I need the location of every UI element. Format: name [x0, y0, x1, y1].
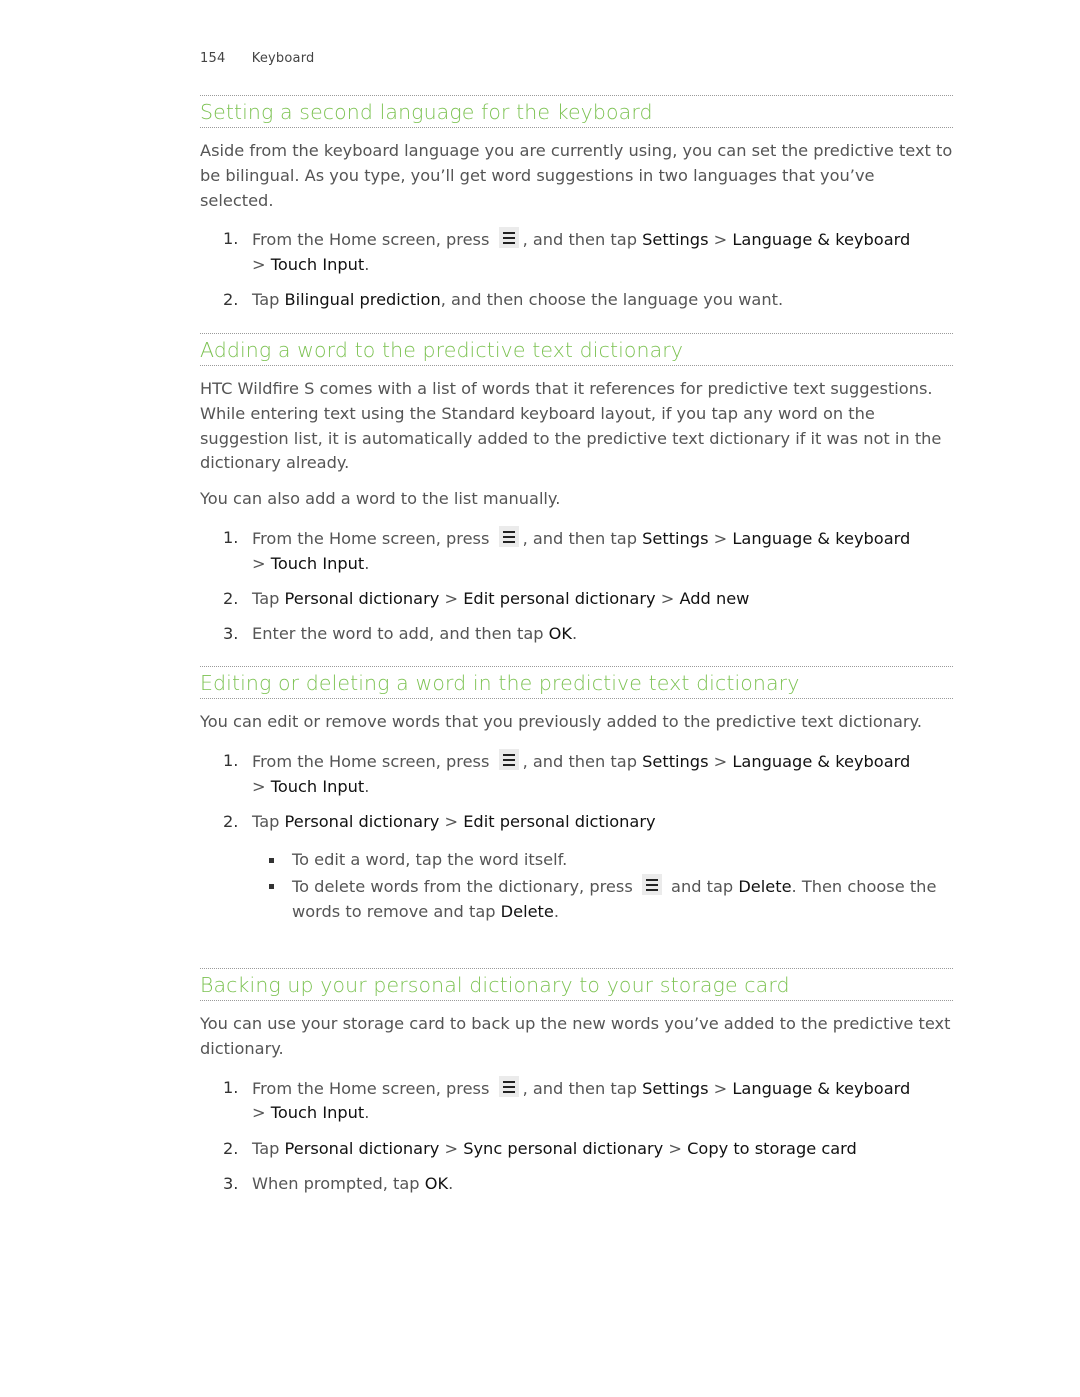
menu-key-icon [498, 748, 519, 770]
section-backing-up: Backing up your personal dictionary to y… [200, 968, 953, 1207]
paragraph: You can also add a word to the list manu… [200, 489, 561, 509]
step: 3. Enter the word to add, and then tap OK… [223, 624, 578, 644]
section-title: Backing up your personal dictionary to y… [200, 968, 953, 1001]
bullet-icon [269, 884, 274, 890]
page-number: 154 [200, 51, 226, 66]
paragraph: You can edit or remove words that you pr… [200, 712, 922, 731]
bullet-list: To edit a word, tap the word itself. To … [200, 848, 953, 925]
section-title: Editing or deleting a word in the predic… [200, 666, 953, 699]
steps-list: 1. From the Home screen, press , and then… [200, 525, 953, 647]
paragraph: You can use your storage card to back up… [200, 1014, 951, 1058]
step: 2. Tap Personal dictionary > Edit persona… [223, 811, 656, 831]
steps-list: 1. From the Home screen, press , and then… [200, 227, 953, 313]
step: 3. When prompted, tap OK. [223, 1173, 454, 1193]
section-title: Adding a word to the predictive text dic… [200, 333, 953, 366]
menu-key-icon [641, 874, 662, 896]
step: 2. Tap Personal dictionary > Sync persona… [223, 1138, 857, 1158]
section-second-language: Setting a second language for the keyboa… [200, 95, 953, 324]
menu-key-icon [498, 525, 519, 547]
step: 1. From the Home screen, press , and then… [223, 525, 911, 573]
steps-list: 1. From the Home screen, press , and then… [200, 1075, 953, 1197]
section-title: Setting a second language for the keyboa… [200, 95, 953, 128]
step: 1. From the Home screen, press , and then… [223, 748, 911, 796]
section-editing-word: Editing or deleting a word in the predic… [200, 666, 953, 927]
steps-list: 1. From the Home screen, press , and then… [200, 748, 953, 835]
step: 1. From the Home screen, press , and then… [223, 1075, 911, 1123]
step: 2. Tap Personal dictionary > Edit persona… [223, 589, 750, 609]
bullet-item: To delete words from the dictionary, pre… [200, 874, 953, 925]
menu-key-icon [498, 227, 519, 249]
bullet-icon [269, 857, 274, 863]
paragraph: Aside from the keyboard language you are… [200, 141, 953, 210]
step: 2. Tap Bilingual prediction, and then cho… [223, 290, 784, 310]
section-adding-word: Adding a word to the predictive text dic… [200, 333, 953, 658]
chapter-name: Keyboard [251, 51, 315, 66]
paragraph: HTC Wildfire S comes with a list of word… [200, 379, 942, 473]
menu-key-icon [498, 1075, 519, 1097]
running-header: 154 Keyboard [200, 51, 314, 66]
step: 1. From the Home screen, press , and then… [223, 227, 911, 275]
bullet-item: To edit a word, tap the word itself. [200, 848, 953, 873]
